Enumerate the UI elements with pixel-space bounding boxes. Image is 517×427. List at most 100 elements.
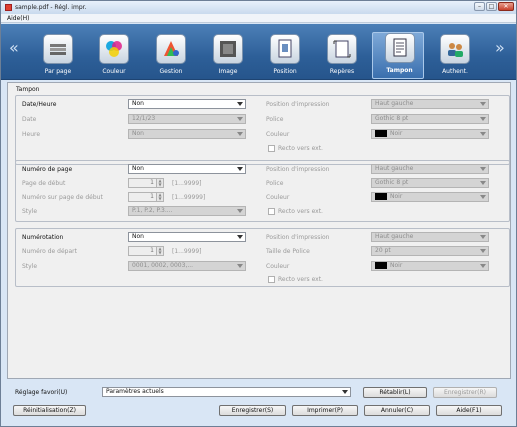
chevron-down-icon [480, 249, 486, 253]
spin-arrows-icon[interactable]: ▲ ▼ [156, 193, 163, 201]
tab-tampon[interactable]: Tampon [372, 32, 424, 79]
start-number-stepper[interactable]: 1 ▲ ▼ [128, 246, 164, 256]
tab-image[interactable]: Image [202, 34, 254, 80]
start-page-value: 1 [150, 179, 154, 186]
tab-label: Position [273, 68, 297, 75]
tab-reperes[interactable]: Repères [316, 34, 368, 80]
print-position-select[interactable]: Haut gauche [371, 99, 489, 109]
cover-number-stepper[interactable]: 1 ▲ ▼ [128, 192, 164, 202]
reset-button[interactable]: Réinitialisation(Z) [13, 405, 86, 416]
font-label: Police [266, 116, 284, 123]
help-button[interactable]: Aide(F1) [436, 405, 502, 416]
pages-stack-icon [43, 34, 73, 64]
color-select[interactable]: Noir [371, 261, 489, 271]
duplex-checkbox[interactable] [268, 208, 275, 215]
print-button[interactable]: Imprimer(P) [292, 405, 358, 416]
tab-authent[interactable]: Authent. [429, 34, 481, 80]
tab-couleur[interactable]: Couleur [88, 34, 140, 80]
numbering-select[interactable]: Non [128, 232, 246, 242]
font-size-select[interactable]: 20 pt [371, 246, 489, 256]
color-label: Couleur [266, 131, 290, 138]
cancel-button[interactable]: Annuler(C) [364, 405, 430, 416]
chevron-down-icon [480, 181, 486, 185]
color-wheel-icon [156, 34, 186, 64]
duplex-checkbox[interactable] [268, 276, 275, 283]
color-select[interactable]: Noir [371, 192, 489, 202]
date-time-select[interactable]: Non [128, 99, 246, 109]
page-style-value: P.1, P.2, P.3.... [132, 207, 173, 214]
restore-button[interactable]: Rétablir(L) [363, 387, 427, 398]
color-select[interactable]: Noir [371, 129, 489, 139]
chevron-down-icon [480, 102, 486, 106]
menu-help[interactable]: Aide(H) [7, 15, 29, 22]
print-position-label: Position d'impression [266, 101, 330, 108]
font-value: Gothic 8 pt [375, 179, 409, 186]
save-favorite-button[interactable]: Enregistrer(R) [433, 387, 497, 398]
page-style-select[interactable]: P.1, P.2, P.3.... [128, 206, 246, 216]
spin-arrows-icon[interactable]: ▲ ▼ [156, 247, 163, 255]
start-page-stepper[interactable]: 1 ▲ ▼ [128, 178, 164, 188]
tab-label: Gestion [159, 68, 183, 75]
page-number-select[interactable]: Non [128, 164, 246, 174]
numbering-label: Numérotation [22, 234, 64, 241]
start-number-value: 1 [150, 247, 154, 254]
print-settings-window: sample.pdf - Régl. impr. – □ ✕ Aide(H) «… [0, 0, 517, 427]
color-label: Couleur [266, 194, 290, 201]
page-number-group: Numéro de page Non Page de début 1 ▲ ▼ [1.… [15, 160, 510, 222]
stamp-panel: Tampon Date/Heure Non Date 12/1/23 Heure… [7, 82, 511, 379]
print-position-value: Haut gauche [375, 233, 414, 240]
cover-number-label: Numéro sur page de début [22, 194, 103, 201]
print-position-select[interactable]: Haut gauche [371, 232, 489, 242]
date-time-label: Date/Heure [22, 101, 57, 108]
chevron-down-icon [342, 390, 348, 394]
favorite-setting-label: Réglage favori(U) [15, 389, 68, 396]
spin-arrows-icon[interactable]: ▲ ▼ [156, 179, 163, 187]
menu-bar: Aide(H) [1, 14, 516, 23]
font-size-value: 20 pt [375, 247, 391, 254]
numbering-style-label: Style [22, 263, 38, 270]
chevron-down-icon [237, 264, 243, 268]
panel-title: Tampon [16, 86, 40, 93]
scroll-left-button[interactable]: « [9, 38, 19, 57]
title-bar: sample.pdf - Régl. impr. – □ ✕ [1, 1, 516, 14]
maximize-button[interactable]: □ [486, 2, 497, 11]
tab-label: Repères [329, 68, 355, 75]
tab-gestion[interactable]: Gestion [145, 34, 197, 80]
numbering-group: Numérotation Non Numéro de départ 1 ▲ ▼ [1… [15, 228, 510, 287]
save-button[interactable]: Enregistrer(S) [219, 405, 286, 416]
close-button[interactable]: ✕ [498, 2, 514, 11]
scroll-right-button[interactable]: » [495, 38, 505, 57]
cover-number-value: 1 [150, 193, 154, 200]
pdf-app-icon [5, 4, 12, 11]
chevron-down-icon [237, 132, 243, 136]
time-format-select[interactable]: Non [128, 129, 246, 139]
favorite-setting-select[interactable]: Paramètres actuels [102, 387, 351, 397]
tab-label: Tampon [386, 67, 413, 74]
chevron-down-icon [480, 264, 486, 268]
users-icon [440, 34, 470, 64]
chevron-down-icon [480, 235, 486, 239]
chevron-down-icon [237, 117, 243, 121]
date-format-select[interactable]: 12/1/23 [128, 114, 246, 124]
minimize-button[interactable]: – [474, 2, 485, 11]
start-page-label: Page de début [22, 180, 66, 187]
numbering-style-select[interactable]: 0001, 0002, 0003,... [128, 261, 246, 271]
tab-position[interactable]: Position [259, 34, 311, 80]
tab-par-page[interactable]: Par page [32, 34, 84, 80]
duplex-checkbox[interactable] [268, 145, 275, 152]
color-swatch [375, 192, 387, 200]
page-number-label: Numéro de page [22, 166, 73, 173]
font-select[interactable]: Gothic 8 pt [371, 114, 489, 124]
chevron-down-icon [237, 209, 243, 213]
font-select[interactable]: Gothic 8 pt [371, 178, 489, 188]
color-value: Noir [390, 262, 403, 269]
page-style-label: Style [22, 208, 38, 215]
print-position-value: Haut gauche [375, 100, 414, 107]
color-swatch [375, 261, 387, 269]
chevron-down-icon [480, 132, 486, 136]
image-icon [213, 34, 243, 64]
chevron-down-icon [480, 167, 486, 171]
print-position-value: Haut gauche [375, 165, 414, 172]
start-number-label: Numéro de départ [22, 248, 77, 255]
print-position-select[interactable]: Haut gauche [371, 164, 489, 174]
